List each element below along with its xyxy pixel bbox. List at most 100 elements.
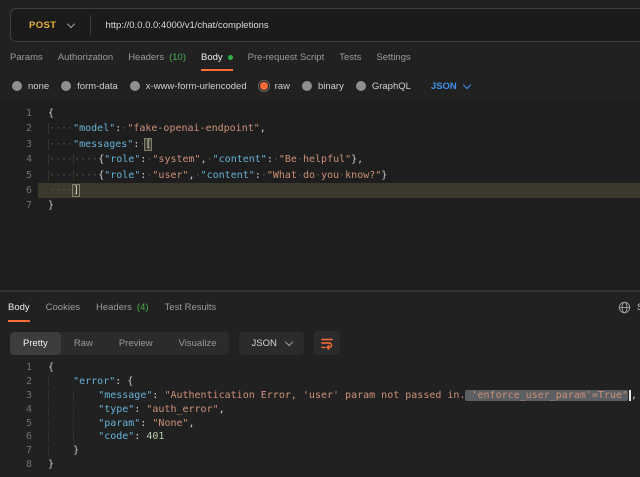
view-preview[interactable]: Preview bbox=[106, 332, 166, 355]
code-token: [ bbox=[145, 139, 151, 150]
code-line[interactable]: 7 } bbox=[0, 444, 640, 458]
code-content: ····] bbox=[38, 183, 640, 198]
radio-label: x-www-form-urlencoded bbox=[146, 81, 247, 92]
tab-pre-request-script[interactable]: Pre-request Script bbox=[248, 44, 325, 71]
rest-client-window: { "colors": { "accent_orange": "#ff6c37"… bbox=[0, 0, 640, 477]
radio-circle-icon bbox=[356, 81, 366, 91]
unsaved-changes-dot bbox=[228, 55, 233, 60]
radio-form-data[interactable]: form-data bbox=[61, 81, 118, 92]
line-number: 5 bbox=[0, 168, 38, 183]
code-line[interactable]: 4········{"role":·"system",·"content":·"… bbox=[0, 152, 640, 167]
code-token bbox=[48, 404, 73, 415]
radio-selected-icon bbox=[260, 82, 268, 90]
globe-icon[interactable] bbox=[618, 301, 631, 314]
code-content: ········{"role":·"system",·"content":·"B… bbox=[38, 152, 640, 167]
view-pretty[interactable]: Pretty bbox=[10, 332, 61, 355]
radio-circle-icon bbox=[130, 81, 140, 91]
wrap-text-button[interactable] bbox=[314, 331, 340, 355]
code-line[interactable]: 2 "error": { bbox=[0, 375, 640, 389]
code-token: do bbox=[303, 170, 315, 181]
code-token: ···· bbox=[48, 139, 73, 150]
line-number: 6 bbox=[0, 430, 38, 444]
code-token: "Be bbox=[279, 154, 297, 165]
response-language-select[interactable]: JSON bbox=[239, 332, 303, 355]
view-visualize[interactable]: Visualize bbox=[166, 332, 230, 355]
radio-label: GraphQL bbox=[372, 81, 411, 92]
code-token: ···· bbox=[73, 154, 98, 165]
tab-headers[interactable]: Headers (10) bbox=[128, 44, 186, 71]
radio-circle-icon bbox=[302, 81, 312, 91]
tab-authorization[interactable]: Authorization bbox=[58, 44, 113, 71]
code-line[interactable]: 1{ bbox=[0, 106, 640, 121]
code-line[interactable]: 5 "param": "None", bbox=[0, 417, 640, 431]
line-number: 6 bbox=[0, 183, 38, 198]
code-token: ···· bbox=[48, 170, 73, 181]
code-token: }, bbox=[351, 154, 363, 165]
tab-label: Pre-request Script bbox=[248, 52, 325, 63]
tab-label: Authorization bbox=[58, 52, 113, 63]
code-token: helpful" bbox=[303, 154, 351, 165]
response-toolbar: Pretty Raw Preview Visualize JSON bbox=[0, 330, 640, 356]
code-content: } bbox=[38, 198, 640, 213]
line-number: 2 bbox=[0, 375, 38, 389]
method-selector[interactable]: POST bbox=[11, 20, 90, 31]
response-tab-body[interactable]: Body bbox=[8, 292, 30, 322]
code-line[interactable]: 5········{"role":·"user",·"content":·"Wh… bbox=[0, 168, 640, 183]
tab-settings[interactable]: Settings bbox=[376, 44, 410, 71]
radio-label: none bbox=[28, 81, 49, 92]
code-token: ···· bbox=[73, 170, 98, 181]
url-input[interactable]: http://0.0.0.0:4000/v1/chat/completions bbox=[105, 20, 268, 31]
code-line[interactable]: 6····] bbox=[0, 183, 640, 198]
code-token: "model" bbox=[73, 123, 115, 134]
request-language-select[interactable]: JSON bbox=[431, 81, 470, 92]
radio-x-www-form-urlencoded[interactable]: x-www-form-urlencoded bbox=[130, 81, 247, 92]
response-tab-test-results[interactable]: Test Results bbox=[165, 292, 217, 322]
response-tab-cookies[interactable]: Cookies bbox=[46, 292, 80, 322]
tab-params[interactable]: Params bbox=[10, 44, 43, 71]
code-line[interactable]: 8} bbox=[0, 458, 640, 472]
code-token: , bbox=[260, 123, 266, 134]
tab-label: Body bbox=[201, 52, 223, 63]
tab-tests[interactable]: Tests bbox=[339, 44, 361, 71]
code-token: "role" bbox=[104, 154, 140, 165]
code-line[interactable]: 2····"model":·"fake-openai-endpoint", bbox=[0, 121, 640, 136]
radio-circle-icon bbox=[12, 81, 22, 91]
tab-label: Headers bbox=[96, 302, 132, 313]
radio-raw[interactable]: raw bbox=[259, 81, 290, 92]
code-token: "content" bbox=[201, 170, 255, 181]
tab-body[interactable]: Body bbox=[201, 44, 233, 71]
response-body-viewer[interactable]: 1{2 "error": {3 "message": "Authenticati… bbox=[0, 358, 640, 477]
code-token: know?" bbox=[345, 170, 381, 181]
code-line[interactable]: 1{ bbox=[0, 361, 640, 375]
code-content: "message": "Authentication Error, 'user'… bbox=[38, 389, 640, 403]
code-token: "param" bbox=[98, 418, 140, 429]
language-label: JSON bbox=[251, 338, 276, 349]
code-token: ] bbox=[73, 185, 79, 196]
code-token bbox=[48, 390, 73, 401]
code-line[interactable]: 3 "message": "Authentication Error, 'use… bbox=[0, 389, 640, 403]
view-raw[interactable]: Raw bbox=[61, 332, 106, 355]
code-content: ····"model":·"fake-openai-endpoint", bbox=[38, 121, 640, 136]
response-tab-headers[interactable]: Headers (4) bbox=[96, 292, 149, 322]
code-line[interactable]: 6 "code": 401 bbox=[0, 430, 640, 444]
code-line[interactable]: 4 "type": "auth_error", bbox=[0, 403, 640, 417]
radio-none[interactable]: none bbox=[12, 81, 49, 92]
method-label: POST bbox=[29, 20, 56, 31]
code-token: } bbox=[48, 459, 54, 470]
response-meta-area: S bbox=[618, 292, 640, 322]
code-token: ···· bbox=[48, 154, 73, 165]
code-token: you bbox=[321, 170, 339, 181]
code-token: ···· bbox=[48, 185, 73, 196]
code-token: "fake-openai-endpoint" bbox=[127, 123, 259, 134]
code-token bbox=[73, 390, 98, 401]
request-body-editor[interactable]: 1{2····"model":·"fake-openai-endpoint",3… bbox=[0, 102, 640, 291]
code-line[interactable]: 7} bbox=[0, 198, 640, 213]
code-token: { bbox=[48, 362, 54, 373]
code-content: ····"messages":·[ bbox=[38, 137, 640, 152]
tab-label: Cookies bbox=[46, 302, 80, 313]
code-token: "role" bbox=[104, 170, 140, 181]
radio-binary[interactable]: binary bbox=[302, 81, 344, 92]
code-line[interactable]: 3····"messages":·[ bbox=[0, 137, 640, 152]
radio-graphql[interactable]: GraphQL bbox=[356, 81, 411, 92]
code-token: : { bbox=[115, 376, 133, 387]
